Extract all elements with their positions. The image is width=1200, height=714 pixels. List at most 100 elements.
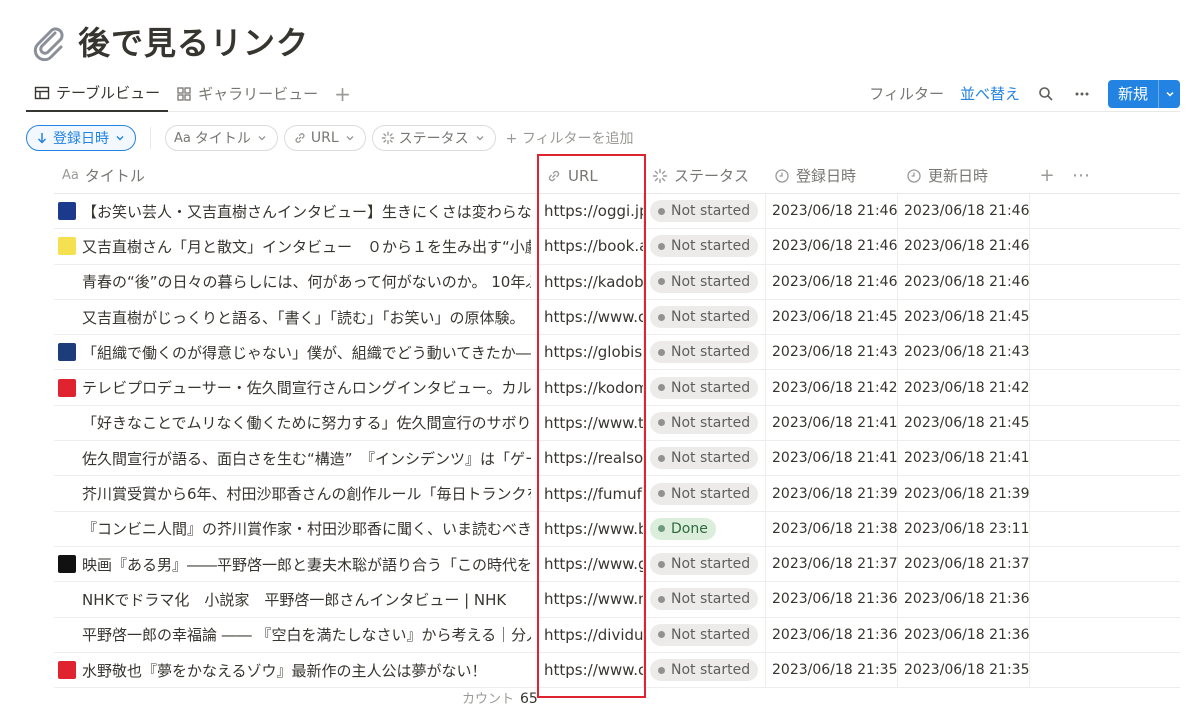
filter-chip-status[interactable]: ステータス [371,125,496,151]
cell-url[interactable]: https://book.as [538,229,644,264]
cell-url[interactable]: https://kodom [538,370,644,405]
cell-title[interactable]: 「組織で働くのが得意じゃない」僕が、組織でどう動いてきたか―― [54,335,538,370]
cell-updated[interactable]: 2023/06/18 21:46 [898,264,1030,299]
cell-title[interactable]: 芥川賞受賞から6年、村田沙耶香さんの創作ルール「毎日トランクを [54,476,538,511]
cell-status[interactable]: Not started [644,617,766,652]
cell-title[interactable]: 『コンビニ人間』の芥川賞作家・村田沙耶香に聞く、いま読むべき1冊 [54,511,538,546]
cell-status[interactable]: Not started [644,264,766,299]
cell-updated[interactable]: 2023/06/18 21:36 [898,617,1030,652]
cell-url[interactable]: https://realsou [538,441,644,476]
cell-created[interactable]: 2023/06/18 21:38 [766,511,898,546]
add-view-button[interactable]: + [326,82,359,106]
cell-status[interactable]: Not started [644,299,766,335]
search-icon[interactable] [1036,84,1056,104]
cell-title[interactable]: 平野啓一郎の幸福論 ―― 『空白を満たしなさい』から考える｜分人主 [54,617,538,652]
filter-chip-url[interactable]: URL [283,125,366,151]
cell-updated[interactable]: 2023/06/18 21:41 [898,441,1030,476]
cell-status[interactable]: Not started [644,370,766,405]
cell-title[interactable]: 青春の“後”の日々の暮らしには、何があって何がないのか。 10年ぶり [54,264,538,299]
tab-table-view[interactable]: テーブルビュー [26,76,169,112]
cell-updated[interactable]: 2023/06/18 21:35 [898,652,1030,688]
cell-url[interactable]: https://dividua [538,617,644,652]
new-button-label[interactable]: 新規 [1108,80,1158,108]
column-header-updated[interactable]: 更新日時 [898,158,1030,194]
cell-updated[interactable]: 2023/06/18 21:45 [898,405,1030,441]
cell-url[interactable]: https://www.gc [538,546,644,582]
cell-status[interactable]: Not started [644,194,766,229]
chevron-down-icon[interactable] [1158,79,1180,108]
table-row[interactable]: 「組織で働くのが得意じゃない」僕が、組織でどう動いてきたか―― https://g… [54,335,1180,371]
tab-gallery-view[interactable]: ギャラリービュー [168,76,326,112]
cell-created[interactable]: 2023/06/18 21:46 [766,264,898,299]
cell-status[interactable]: Not started [644,582,766,617]
add-property-button[interactable]: + [1030,158,1064,194]
column-header-status[interactable]: ステータス [644,158,766,194]
table-row[interactable]: NHKでドラマ化 小説家 平野啓一郎さんインタビュー | NHK https://… [54,582,1180,618]
cell-created[interactable]: 2023/06/18 21:41 [766,405,898,441]
filter-chip-title[interactable]: Aa タイトル [165,125,278,151]
cell-updated[interactable]: 2023/06/18 21:46 [898,194,1030,229]
cell-status[interactable]: Done [644,511,766,546]
cell-url[interactable]: https://www.tv [538,405,644,441]
cell-title[interactable]: テレビプロデューサー・佐久間宣行さんロングインタビュー。カルチ [54,370,538,405]
cell-created[interactable]: 2023/06/18 21:46 [766,229,898,264]
cell-status[interactable]: Not started [644,229,766,264]
cell-url[interactable]: https://fumufu [538,476,644,511]
cell-created[interactable]: 2023/06/18 21:42 [766,370,898,405]
cell-title[interactable]: 又吉直樹がじっくりと語る、「書く」「読む」「お笑い」の原体験。 [54,299,538,335]
cell-created[interactable]: 2023/06/18 21:35 [766,652,898,688]
table-row[interactable]: 映画『ある男』――平野啓一郎と妻夫木聡が語り合う「この時代を生き https://… [54,546,1180,583]
cell-title[interactable]: 又吉直樹さん「月と散文」インタビュー ０から１を生み出す“小劇場 [54,229,538,264]
more-icon[interactable] [1072,84,1092,104]
cell-updated[interactable]: 2023/06/18 21:43 [898,335,1030,370]
cell-url[interactable]: https://kadobu [538,264,644,299]
table-row[interactable]: テレビプロデューサー・佐久間宣行さんロングインタビュー。カルチ https://k… [54,370,1180,406]
table-row[interactable]: 芥川賞受賞から6年、村田沙耶香さんの創作ルール「毎日トランクを https://f… [54,476,1180,512]
cell-url[interactable]: https://www.bu [538,511,644,546]
cell-url[interactable]: https://globis.j [538,335,644,370]
cell-url[interactable]: https://www.nh [538,582,644,617]
cell-url[interactable]: https://www.ci [538,299,644,335]
cell-title[interactable]: 「好きなことでムリなく働くために努力する」佐久間宣行のサボり方 [54,405,538,441]
cell-title[interactable]: 水野敬也『夢をかなえるゾウ』最新作の主人公は夢がない！ [54,652,538,688]
more-icon[interactable]: ⋯ [1064,158,1098,194]
add-filter-button[interactable]: + フィルターを追加 [506,128,634,148]
filter-button[interactable]: フィルター [869,83,944,104]
cell-created[interactable]: 2023/06/18 21:45 [766,299,898,335]
column-header-url[interactable]: URL [538,158,644,194]
column-header-created[interactable]: 登録日時 [766,158,898,194]
cell-updated[interactable]: 2023/06/18 21:42 [898,370,1030,405]
cell-updated[interactable]: 2023/06/18 21:45 [898,299,1030,335]
cell-title[interactable]: NHKでドラマ化 小説家 平野啓一郎さんインタビュー | NHK [54,582,538,617]
table-row[interactable]: 佐久間宣行が語る、面白さを生む“構造” 『インシデンツ』は「ゲー https://… [54,441,1180,477]
cell-created[interactable]: 2023/06/18 21:43 [766,335,898,370]
cell-created[interactable]: 2023/06/18 21:39 [766,476,898,511]
table-row[interactable]: 平野啓一郎の幸福論 ―― 『空白を満たしなさい』から考える｜分人主 https:/… [54,617,1180,653]
cell-title[interactable]: 映画『ある男』――平野啓一郎と妻夫木聡が語り合う「この時代を生き [54,546,538,582]
cell-created[interactable]: 2023/06/18 21:37 [766,546,898,582]
cell-status[interactable]: Not started [644,405,766,441]
new-button[interactable]: 新規 [1107,79,1180,108]
cell-url[interactable]: https://oggi.jp/ [538,194,644,229]
column-header-title[interactable]: Aa タイトル [54,158,538,194]
cell-status[interactable]: Not started [644,546,766,582]
cell-title[interactable]: 【お笑い芸人・又吉直樹さんインタビュー】生きにくさは変わらない [54,194,538,229]
cell-created[interactable]: 2023/06/18 21:46 [766,194,898,229]
sort-chip-created[interactable]: 登録日時 [26,125,136,151]
cell-updated[interactable]: 2023/06/18 21:39 [898,476,1030,511]
table-row[interactable]: 又吉直樹がじっくりと語る、「書く」「読む」「お笑い」の原体験。 https://w… [54,299,1180,336]
cell-updated[interactable]: 2023/06/18 21:36 [898,582,1030,617]
table-row[interactable]: 青春の“後”の日々の暮らしには、何があって何がないのか。 10年ぶり https:… [54,264,1180,300]
cell-status[interactable]: Not started [644,441,766,476]
cell-created[interactable]: 2023/06/18 21:41 [766,441,898,476]
table-row[interactable]: 水野敬也『夢をかなえるゾウ』最新作の主人公は夢がない！ https://www.c… [54,652,1180,689]
cell-status[interactable]: Not started [644,335,766,370]
table-row[interactable]: 『コンビニ人間』の芥川賞作家・村田沙耶香に聞く、いま読むべき1冊 https://… [54,511,1180,547]
table-row[interactable]: 又吉直樹さん「月と散文」インタビュー ０から１を生み出す“小劇場 https://… [54,229,1180,265]
cell-updated[interactable]: 2023/06/18 21:37 [898,546,1030,582]
sort-button[interactable]: 並べ替え [960,83,1020,104]
table-row[interactable]: 「好きなことでムリなく働くために努力する」佐久間宣行のサボり方 https://w… [54,405,1180,442]
cell-url[interactable]: https://www.cy [538,652,644,688]
cell-title[interactable]: 佐久間宣行が語る、面白さを生む“構造” 『インシデンツ』は「ゲー [54,441,538,476]
cell-status[interactable]: Not started [644,476,766,511]
